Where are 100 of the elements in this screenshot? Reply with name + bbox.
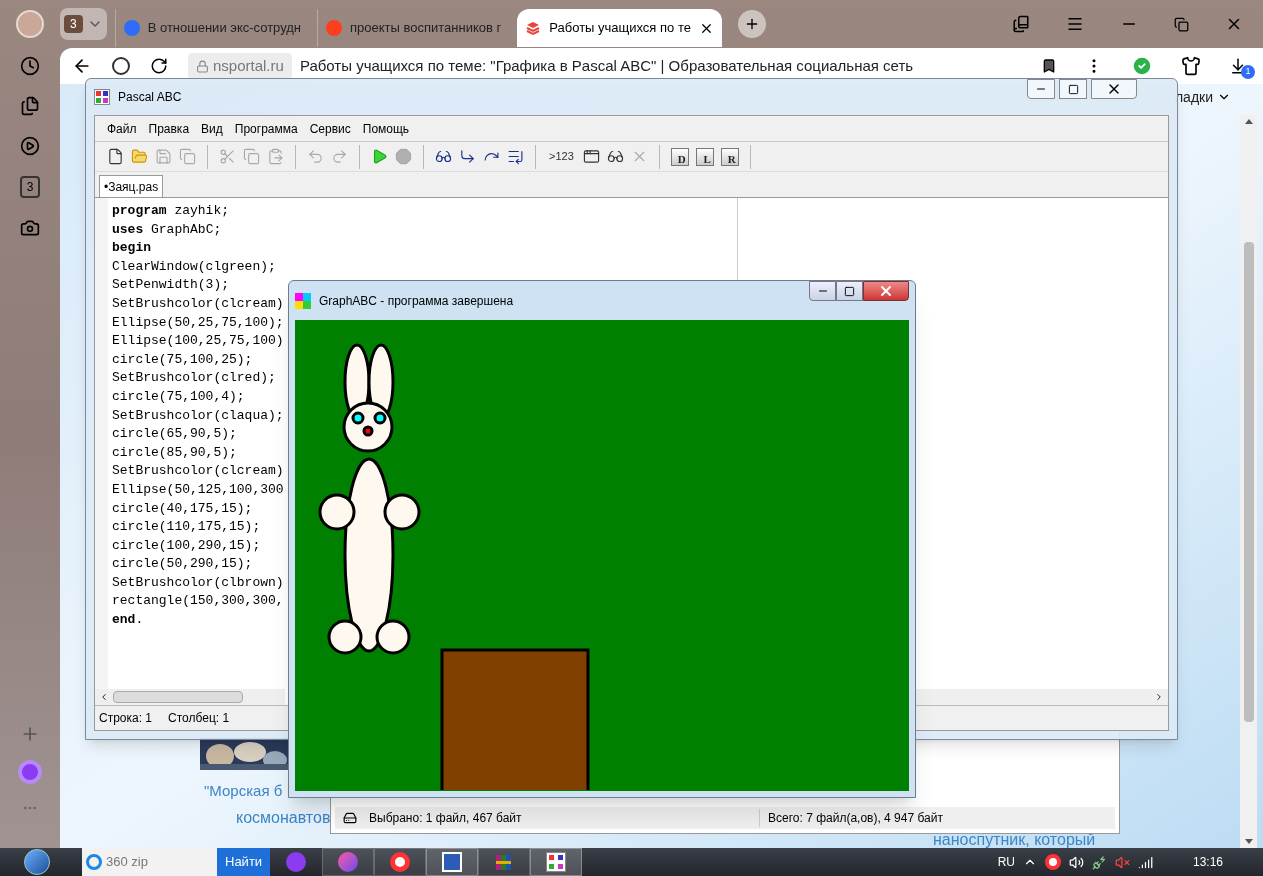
- taskbar-app[interactable]: [426, 848, 479, 876]
- taskbar-app[interactable]: [530, 848, 583, 876]
- cards-icon[interactable]: [20, 96, 40, 116]
- output-button[interactable]: >123: [547, 148, 576, 165]
- bookmark-icon[interactable]: [1041, 58, 1057, 74]
- menu-item[interactable]: Помощь: [362, 119, 410, 138]
- code-line: program zayhik;: [112, 202, 230, 220]
- language-indicator[interactable]: RU: [997, 853, 1015, 871]
- code-line: rectangle(150,300,300,: [112, 592, 284, 611]
- maximize-button[interactable]: [836, 281, 863, 301]
- clock-text[interactable]: 13:16: [1192, 853, 1223, 871]
- window-title: GraphABC - программа завершена: [319, 292, 514, 310]
- start-button[interactable]: [24, 849, 50, 875]
- site-badge[interactable]: nsportal.ru: [188, 53, 292, 79]
- download-count: 1: [1241, 65, 1255, 79]
- menu-item[interactable]: Сервис: [309, 119, 351, 138]
- maximize-icon: [1067, 83, 1079, 95]
- alice-icon: [286, 852, 307, 872]
- list-arrow-icon[interactable]: [507, 148, 524, 165]
- glasses-icon[interactable]: [606, 148, 624, 165]
- blob-icon: [338, 852, 359, 872]
- tab-title: Работы учащихся по те: [549, 19, 691, 38]
- lock-icon: [196, 59, 209, 73]
- pascal-icon: [546, 852, 567, 872]
- plug-icon[interactable]: [1091, 854, 1107, 870]
- bookmarks-icon[interactable]: [1012, 15, 1030, 33]
- code-line: Ellipse(100,25,75,100): [112, 332, 284, 351]
- shirt-icon[interactable]: [1181, 56, 1201, 76]
- code-line: circle(75,100,4);: [112, 387, 245, 406]
- code-line: uses GraphAbC;: [112, 220, 222, 239]
- new-tab-button[interactable]: [737, 10, 766, 38]
- window-icon[interactable]: [582, 148, 600, 165]
- close-button[interactable]: [1091, 79, 1137, 99]
- page-scrollbar[interactable]: [1240, 115, 1257, 848]
- bookmarks-label[interactable]: ладки: [1174, 86, 1213, 108]
- drive-icon: [343, 811, 357, 825]
- muted-speaker-icon[interactable]: [1114, 854, 1130, 870]
- code-line: circle(110,175,15);: [112, 518, 261, 537]
- glasses-plus-icon[interactable]: [435, 148, 452, 165]
- minimize-button[interactable]: [1027, 79, 1055, 99]
- stack-icon: [525, 20, 542, 36]
- taskbar-app[interactable]: [478, 848, 531, 876]
- browser-tab[interactable]: Работы учащихся по те: [517, 9, 722, 47]
- word-icon: [442, 852, 463, 872]
- signal-icon[interactable]: [1137, 854, 1153, 870]
- menu-icon[interactable]: [1066, 15, 1084, 33]
- code-line: SetBrushcolor(clbrown): [112, 573, 284, 592]
- tab-group-badge[interactable]: 3: [64, 15, 83, 33]
- menu-item[interactable]: Правка: [148, 119, 190, 138]
- horizontal-scrollbar[interactable]: [95, 689, 285, 705]
- screenshot-icon[interactable]: [20, 218, 40, 238]
- page-title: Работы учащихся по теме: "Графика в Pascal ABC" | Образовательная социальная сеть: [299, 55, 914, 76]
- new-file-icon[interactable]: [107, 148, 124, 165]
- code-line: SetBrushcolor(claqua);: [112, 406, 284, 425]
- reload-icon[interactable]: [150, 57, 168, 75]
- document-button[interactable]: L: [695, 147, 714, 166]
- minimize-button[interactable]: [809, 281, 836, 301]
- taskbar-app[interactable]: [374, 848, 427, 876]
- code-line: circle(85,90,5);: [112, 443, 237, 462]
- menu-item[interactable]: Программа: [234, 119, 298, 138]
- menu-item[interactable]: Вид: [201, 119, 223, 138]
- step-arrow-icon[interactable]: [459, 148, 476, 165]
- taskbar-app[interactable]: 360 zip: [82, 848, 217, 876]
- scrollbar-track[interactable]: [913, 689, 1168, 705]
- scroll-right-icon[interactable]: [1154, 692, 1164, 702]
- play-icon[interactable]: [20, 136, 40, 156]
- code-line: SetBrushcolor(clcream): [112, 294, 284, 313]
- check-icon[interactable]: [1131, 55, 1153, 77]
- speaker-icon[interactable]: [1068, 854, 1084, 870]
- app-label: 360 zip: [106, 853, 148, 872]
- code-line: circle(100,290,15);: [112, 536, 261, 555]
- code-line: end.: [112, 611, 144, 630]
- maximize-button[interactable]: [1059, 79, 1087, 99]
- history-icon[interactable]: [20, 56, 40, 76]
- pascal-app-icon: [94, 89, 110, 105]
- document-button[interactable]: R: [720, 147, 739, 166]
- tab-title: В отношении экс-сотрудн: [147, 19, 301, 38]
- tabs-counter[interactable]: 3: [20, 176, 40, 198]
- code-line: Ellipse(50,125,100,300: [112, 480, 284, 499]
- close-button[interactable]: [863, 281, 909, 301]
- article-link[interactable]: "Морская б: [204, 780, 283, 803]
- restore-icon[interactable]: [1174, 16, 1189, 32]
- scroll-left-icon[interactable]: [99, 692, 109, 702]
- browser-tab[interactable]: проекты воспитанников г: [317, 9, 510, 47]
- total-status: Всего: 7 файл(а,ов), 4 947 байт: [759, 809, 943, 827]
- document-button[interactable]: D: [670, 147, 689, 166]
- code-line: begin: [112, 239, 151, 258]
- scrollbar-thumb[interactable]: [1243, 241, 1254, 722]
- play-icon[interactable]: [371, 148, 388, 165]
- selection-status: Выбрано: 1 файл, 467 байт: [369, 810, 523, 827]
- status-text: Строка: 1: [99, 710, 153, 727]
- scrollbar-thumb[interactable]: [113, 691, 243, 703]
- browser-tab[interactable]: В отношении экс-сотрудн: [114, 9, 309, 47]
- search-button[interactable]: Найти: [217, 848, 271, 876]
- domain-text: nsportal.ru: [213, 55, 284, 76]
- tab-title: проекты воспитанников г: [350, 19, 502, 38]
- menu-item[interactable]: Файл: [107, 119, 137, 138]
- file-tab[interactable]: •Заяц.pas: [99, 175, 164, 197]
- code-line: ClearWindow(clgreen);: [112, 257, 276, 276]
- article-link[interactable]: космонавтов: [236, 806, 331, 830]
